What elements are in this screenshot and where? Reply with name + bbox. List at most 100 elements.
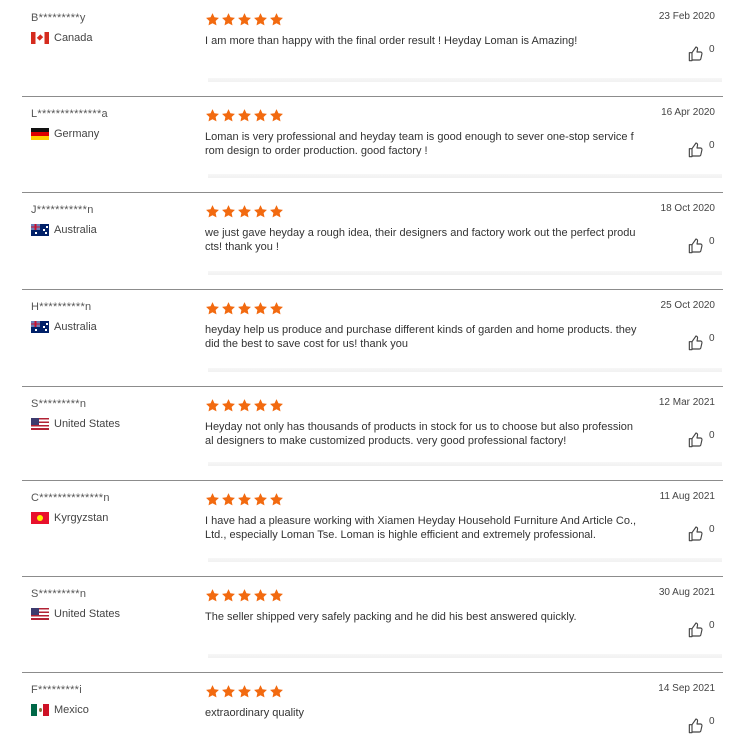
review-date: 18 Oct 2020 (660, 203, 715, 214)
thumbs-up-icon[interactable] (688, 335, 704, 351)
row-shadow (208, 78, 722, 82)
star-icon (222, 685, 235, 698)
star-icon (222, 109, 235, 122)
star-icon (222, 589, 235, 602)
reviewer-country: Mexico (31, 703, 89, 717)
like-button[interactable]: 0 (688, 716, 715, 734)
thumbs-up-icon[interactable] (688, 238, 704, 254)
review-date: 12 Mar 2021 (658, 397, 715, 408)
country-name: United States (54, 608, 121, 620)
star-icon (222, 399, 235, 412)
star-icon (238, 13, 251, 26)
reviewer-country: United States (31, 607, 120, 621)
star-icon (270, 685, 283, 698)
star-icon (254, 399, 267, 412)
review-item: C**************n Kyrgyzstan I have had a… (0, 480, 750, 576)
star-icon (270, 109, 283, 122)
row-shadow (208, 271, 722, 275)
star-icon (238, 205, 251, 218)
reviewer-name: J***********n (31, 204, 94, 216)
country-flag-icon (31, 418, 49, 430)
reviewer-name: B*********y (31, 12, 86, 24)
reviewer-country: United States (31, 417, 120, 431)
divider (22, 576, 723, 577)
reviewer-name: H**********n (31, 301, 92, 313)
country-name: Kyrgyzstan (54, 512, 109, 524)
reviewer-name: F*********i (31, 684, 82, 696)
thumbs-up-icon[interactable] (688, 526, 704, 542)
like-count: 0 (709, 430, 715, 441)
star-rating (205, 12, 284, 27)
thumbs-up-icon[interactable] (688, 432, 704, 448)
star-icon (238, 109, 251, 122)
review-text: heyday help us produce and purchase diff… (205, 324, 637, 350)
review-text: I am more than happy with the final orde… (205, 35, 578, 47)
like-count: 0 (709, 716, 715, 727)
star-icon (270, 589, 283, 602)
review-item: J***********n Australia we just gave hey… (0, 192, 750, 289)
divider (22, 96, 723, 97)
thumbs-up-icon[interactable] (688, 622, 704, 638)
divider (22, 480, 723, 481)
star-icon (206, 302, 219, 315)
star-icon (222, 13, 235, 26)
review-text: Heyday not only has thousands of product… (205, 421, 634, 447)
review-text: The seller shipped very safely packing a… (205, 611, 577, 623)
star-icon (238, 399, 251, 412)
country-name: Canada (54, 32, 93, 44)
review-item: L**************a Germany Loman is very p… (0, 96, 750, 192)
star-icon (238, 302, 251, 315)
reviewer-name: S*********n (31, 398, 87, 410)
star-icon (270, 13, 283, 26)
review-date: 25 Oct 2020 (660, 300, 715, 311)
star-icon (222, 205, 235, 218)
country-flag-icon (31, 128, 49, 140)
reviewer-country: Australia (31, 223, 97, 237)
review-text: we just gave heyday a rough idea, their … (205, 227, 636, 253)
thumbs-up-icon[interactable] (688, 718, 704, 734)
like-button[interactable]: 0 (688, 524, 715, 542)
row-shadow (208, 462, 722, 466)
reviewer-country: Canada (31, 31, 93, 45)
star-icon (206, 13, 219, 26)
reviewer-country: Kyrgyzstan (31, 511, 108, 525)
star-icon (254, 589, 267, 602)
thumbs-up-icon[interactable] (688, 142, 704, 158)
like-button[interactable]: 0 (688, 44, 715, 62)
row-shadow (208, 654, 722, 658)
like-count: 0 (709, 236, 715, 247)
star-icon (254, 493, 267, 506)
reviewer-name: C**************n (31, 492, 110, 504)
star-icon (222, 493, 235, 506)
row-shadow (208, 558, 722, 562)
review-text: Loman is very professional and heyday te… (205, 131, 634, 157)
like-button[interactable]: 0 (688, 620, 715, 638)
like-button[interactable]: 0 (688, 333, 715, 351)
review-date: 30 Aug 2021 (658, 587, 715, 598)
reviewer-country: Australia (31, 320, 97, 334)
review-date: 11 Aug 2021 (659, 491, 715, 502)
divider (22, 289, 723, 290)
star-rating (205, 398, 284, 413)
star-rating (205, 684, 284, 699)
star-icon (270, 302, 283, 315)
country-flag-icon (31, 32, 49, 44)
star-rating (205, 588, 284, 603)
country-name: Australia (54, 224, 97, 236)
like-count: 0 (709, 620, 715, 631)
like-count: 0 (709, 333, 715, 344)
like-button[interactable]: 0 (688, 430, 715, 448)
review-item: S*********n United States The seller shi… (0, 576, 750, 672)
review-date: 14 Sep 2021 (658, 683, 715, 694)
country-flag-icon (31, 608, 49, 620)
like-button[interactable]: 0 (688, 236, 715, 254)
like-count: 0 (709, 524, 715, 535)
star-icon (206, 399, 219, 412)
thumbs-up-icon[interactable] (688, 46, 704, 62)
star-icon (254, 302, 267, 315)
like-button[interactable]: 0 (688, 140, 715, 158)
star-rating (205, 492, 284, 507)
star-icon (270, 205, 283, 218)
country-name: Mexico (54, 704, 89, 716)
star-icon (270, 399, 283, 412)
